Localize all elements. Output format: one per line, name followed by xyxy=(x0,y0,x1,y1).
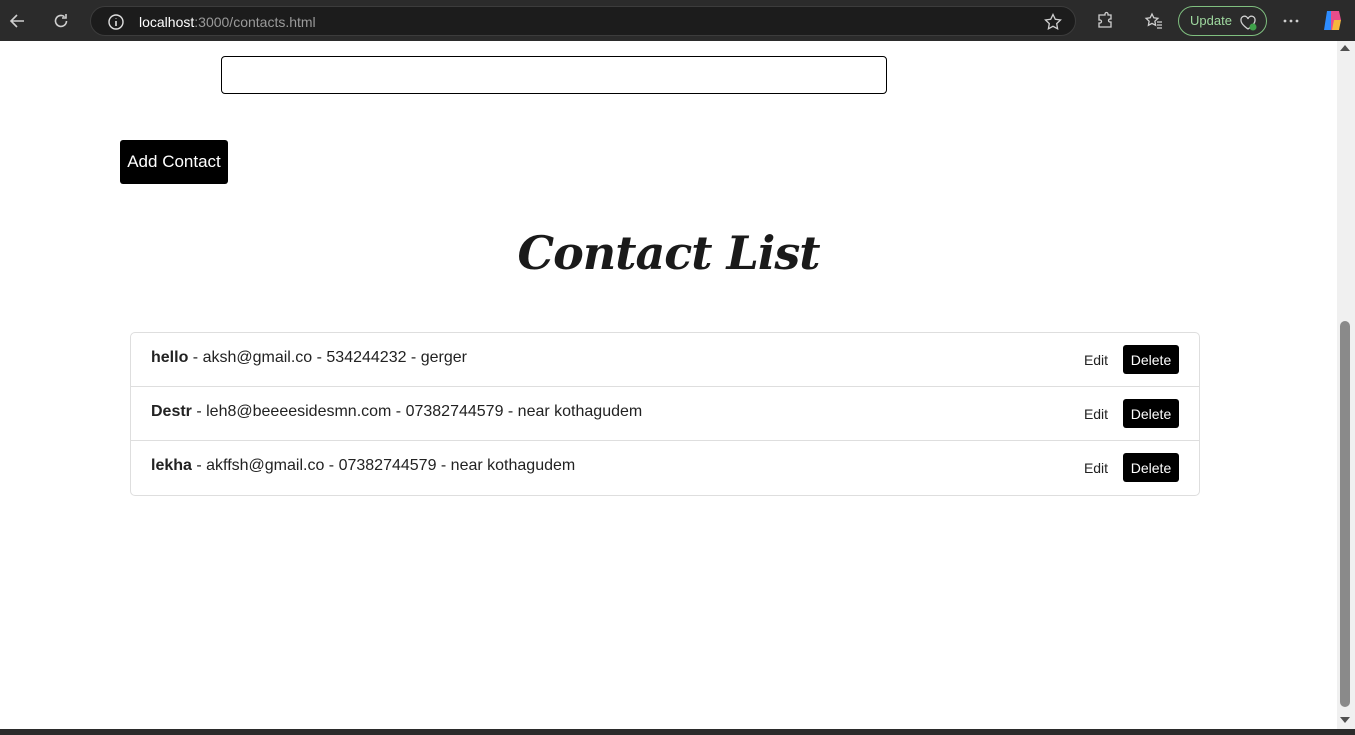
heart-pulse-icon xyxy=(1239,13,1257,31)
list-item: Destr - leh8@beeeesidesmn.com - 07382744… xyxy=(131,387,1199,441)
update-button[interactable]: Update xyxy=(1178,6,1267,36)
contact-name: lekha xyxy=(151,457,192,474)
edit-button[interactable]: Edit xyxy=(1075,345,1117,375)
favorites-icon[interactable] xyxy=(1139,6,1169,36)
extensions-icon[interactable] xyxy=(1090,6,1120,36)
contact-text: hello - aksh@gmail.co - 534244232 - gerg… xyxy=(151,349,467,367)
contact-input[interactable] xyxy=(221,56,887,94)
scroll-up-icon[interactable] xyxy=(1340,45,1350,51)
update-label: Update xyxy=(1190,13,1232,28)
star-icon[interactable] xyxy=(1043,12,1063,32)
window-bottom-edge xyxy=(0,729,1355,735)
page-viewport: Add Contact Contact List hello - aksh@gm… xyxy=(0,41,1337,729)
edit-button[interactable]: Edit xyxy=(1075,399,1117,429)
url-text[interactable]: localhost:3000/contacts.html xyxy=(139,14,316,30)
delete-button[interactable]: Delete xyxy=(1123,453,1179,482)
browser-toolbar: localhost:3000/contacts.html Update xyxy=(0,0,1355,41)
url-host: localhost xyxy=(139,14,195,30)
contact-details: - akffsh@gmail.co - 07382744579 - near k… xyxy=(191,457,576,474)
contact-details: - leh8@beeeesidesmn.com - 07382744579 - … xyxy=(191,403,643,420)
contact-text: Destr - leh8@beeeesidesmn.com - 07382744… xyxy=(151,403,642,421)
contact-list: hello - aksh@gmail.co - 534244232 - gerg… xyxy=(130,332,1200,496)
vertical-scrollbar[interactable] xyxy=(1337,41,1355,729)
scroll-thumb[interactable] xyxy=(1340,321,1350,707)
contact-name: hello xyxy=(151,349,189,366)
back-icon[interactable] xyxy=(3,6,33,36)
more-icon[interactable] xyxy=(1276,6,1306,36)
contact-details: - aksh@gmail.co - 534244232 - gerger xyxy=(188,349,467,366)
contact-name: Destr xyxy=(151,403,192,420)
contact-text: lekha - akffsh@gmail.co - 07382744579 - … xyxy=(151,457,575,475)
address-bar[interactable]: localhost:3000/contacts.html xyxy=(90,6,1076,36)
edit-button[interactable]: Edit xyxy=(1075,453,1117,483)
refresh-icon[interactable] xyxy=(46,6,76,36)
delete-button[interactable]: Delete xyxy=(1123,399,1179,428)
list-item: lekha - akffsh@gmail.co - 07382744579 - … xyxy=(131,441,1199,495)
copilot-icon[interactable] xyxy=(1321,9,1344,32)
delete-button[interactable]: Delete xyxy=(1123,345,1179,374)
list-item: hello - aksh@gmail.co - 534244232 - gerg… xyxy=(131,333,1199,387)
url-path: :3000/contacts.html xyxy=(194,14,316,30)
add-contact-button[interactable]: Add Contact xyxy=(120,140,228,184)
info-icon[interactable] xyxy=(107,13,125,31)
page-title: Contact List xyxy=(517,226,820,280)
scroll-down-icon[interactable] xyxy=(1340,717,1350,723)
